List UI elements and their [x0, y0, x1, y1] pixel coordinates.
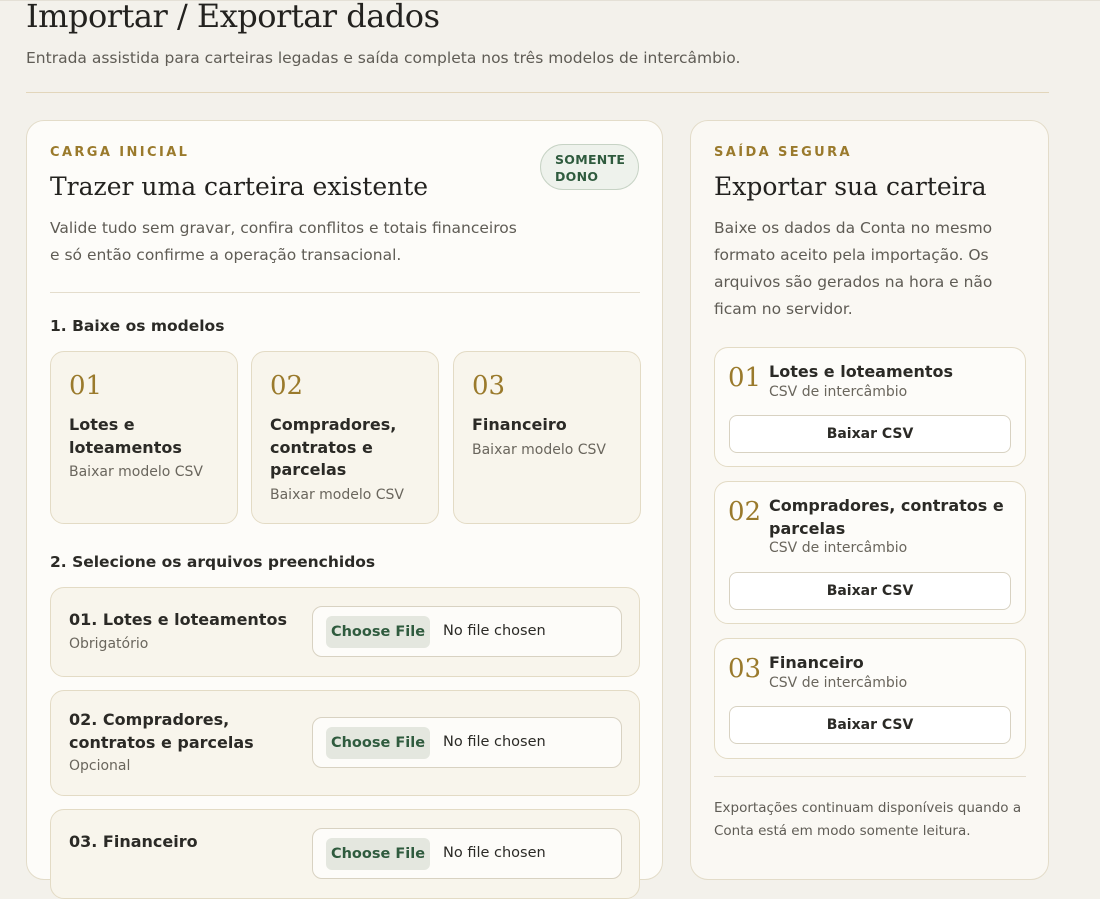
- model-number: 02: [270, 371, 304, 401]
- export-name: Compradores, contratos e parcelas: [769, 496, 1004, 538]
- file-status: No file chosen: [443, 734, 546, 750]
- import-card: CARGA INICIAL Trazer uma carteira existe…: [26, 120, 663, 899]
- export-format: CSV de intercâmbio: [769, 540, 908, 556]
- choose-file-button[interactable]: Choose File: [326, 838, 430, 870]
- export-format: CSV de intercâmbio: [769, 384, 908, 400]
- export-divider: [714, 776, 1026, 777]
- model-number: 03: [472, 371, 506, 401]
- export-item-compradores: 02 Compradores, contratos e parcelas CSV…: [714, 481, 1026, 624]
- export-number: 03: [728, 654, 762, 684]
- file-input-compradores[interactable]: Choose File No file chosen: [312, 717, 622, 768]
- file-row-title: 01. Lotes e loteamentos: [69, 610, 287, 629]
- step-download-models-label: 1. Baixe os modelos: [50, 317, 225, 335]
- step-select-files-label: 2. Selecione os arquivos preenchidos: [50, 553, 376, 571]
- owner-only-badge: SOMENTE DONO: [540, 144, 639, 190]
- export-item-financeiro: 03 Financeiro CSV de intercâmbio Baixar …: [714, 638, 1026, 759]
- model-card-lotes[interactable]: 01 Lotes e loteamentos Baixar modelo CSV: [50, 351, 238, 524]
- model-name: Lotes e loteamentos: [69, 415, 182, 457]
- download-model-link[interactable]: Baixar modelo CSV: [472, 442, 606, 458]
- model-card-compradores[interactable]: 02 Compradores, contratos e parcelas Bai…: [251, 351, 439, 524]
- export-description: Baixe os dados da Conta no mesmo formato…: [714, 219, 993, 318]
- export-name: Financeiro: [769, 653, 864, 672]
- export-title: Exportar sua carteira: [714, 172, 987, 201]
- import-description: Valide tudo sem gravar, confira conflito…: [50, 219, 517, 264]
- file-row-title: 02. Compradores, contratos e parcelas: [69, 710, 254, 752]
- model-name: Compradores, contratos e parcelas: [270, 415, 397, 479]
- import-eyebrow: CARGA INICIAL: [50, 145, 190, 160]
- file-row-title: 03. Financeiro: [69, 832, 198, 851]
- model-card-financeiro[interactable]: 03 Financeiro Baixar modelo CSV: [453, 351, 641, 524]
- page-title: Importar / Exportar dados: [26, 0, 440, 35]
- import-divider: [50, 292, 640, 293]
- file-row-financeiro: 03. Financeiro Choose File No file chose…: [50, 809, 640, 899]
- file-row-requirement: Obrigatório: [69, 636, 149, 652]
- file-status: No file chosen: [443, 845, 546, 861]
- file-row-compradores: 02. Compradores, contratos e parcelas Op…: [50, 690, 640, 796]
- header-divider: [26, 92, 1049, 93]
- import-title: Trazer uma carteira existente: [50, 172, 429, 201]
- export-number: 01: [728, 363, 762, 393]
- download-csv-button-compradores[interactable]: Baixar CSV: [729, 572, 1011, 610]
- download-csv-button-lotes[interactable]: Baixar CSV: [729, 415, 1011, 453]
- file-input-financeiro[interactable]: Choose File No file chosen: [312, 828, 622, 879]
- file-row-lotes: 01. Lotes e loteamentos Obrigatório Choo…: [50, 587, 640, 677]
- file-input-lotes[interactable]: Choose File No file chosen: [312, 606, 622, 657]
- export-name: Lotes e loteamentos: [769, 362, 954, 381]
- export-item-lotes: 01 Lotes e loteamentos CSV de intercâmbi…: [714, 347, 1026, 467]
- model-number: 01: [69, 371, 103, 401]
- export-number: 02: [728, 497, 762, 527]
- export-format: CSV de intercâmbio: [769, 675, 908, 691]
- model-name: Financeiro: [472, 415, 567, 434]
- choose-file-button[interactable]: Choose File: [326, 616, 430, 648]
- export-eyebrow: SAÍDA SEGURA: [714, 145, 852, 160]
- export-readonly-note: Exportações continuam disponíveis quando…: [714, 800, 1022, 839]
- export-card: SAÍDA SEGURA Exportar sua carteira Baixe…: [690, 120, 1049, 880]
- file-status: No file chosen: [443, 623, 546, 639]
- download-csv-button-financeiro[interactable]: Baixar CSV: [729, 706, 1011, 744]
- download-model-link[interactable]: Baixar modelo CSV: [69, 464, 203, 480]
- page-subtitle: Entrada assistida para carteiras legadas…: [26, 49, 741, 67]
- file-row-requirement: Opcional: [69, 758, 131, 774]
- download-model-link[interactable]: Baixar modelo CSV: [270, 487, 404, 503]
- choose-file-button[interactable]: Choose File: [326, 727, 430, 759]
